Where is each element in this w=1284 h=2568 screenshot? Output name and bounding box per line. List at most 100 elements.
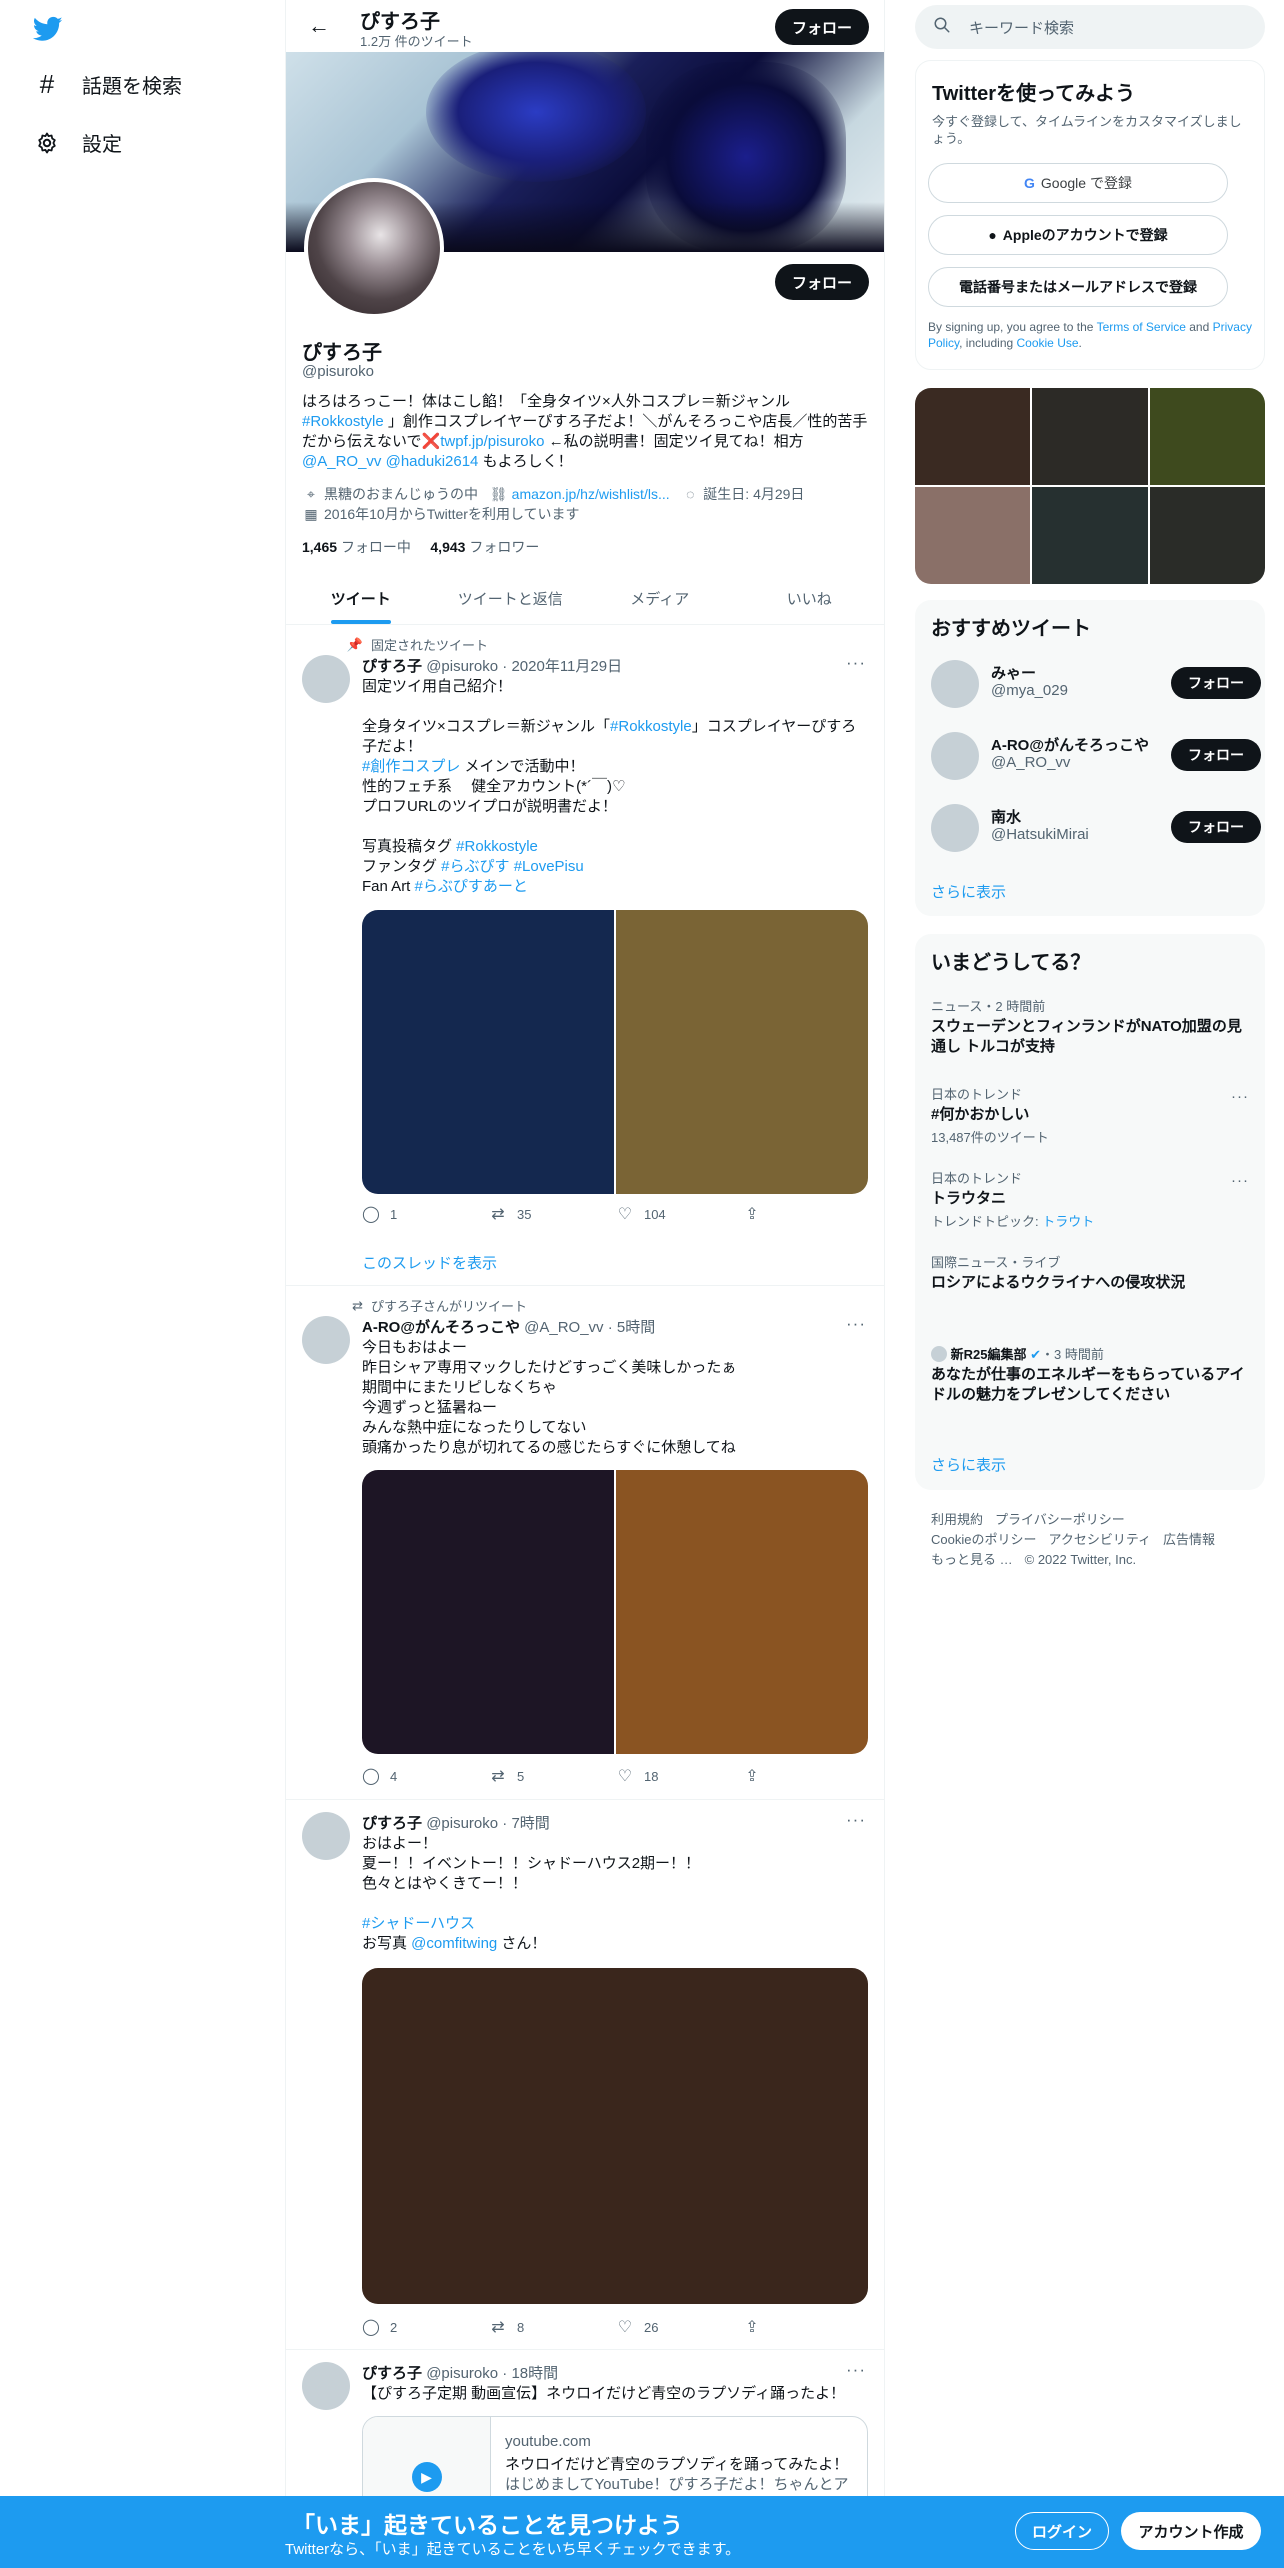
reply-button[interactable]: ◯ 2 xyxy=(362,2317,489,2337)
like-button[interactable]: ♡ 104 xyxy=(616,1204,743,1224)
more-icon[interactable]: ··· xyxy=(846,653,866,673)
tweet-media[interactable] xyxy=(362,1470,868,1754)
share-button[interactable]: ⇪ xyxy=(743,2317,782,2337)
trend-item[interactable]: 日本のトレンド トラウタニ トレンドトピック: トラウト ··· xyxy=(931,1168,1249,1230)
retweet-button[interactable]: ⇄ 8 xyxy=(489,2317,616,2337)
bio-mention[interactable]: @A_RO_vv xyxy=(302,453,381,470)
tweet-time[interactable]: · 7時間 xyxy=(502,1815,550,1832)
retweet-button[interactable]: ⇄ 35 xyxy=(489,1204,616,1224)
back-arrow-icon[interactable]: ← xyxy=(308,13,330,39)
trend-item[interactable]: 新R25編集部 ✔・3 時間前 あなたが仕事のエネルギーをもらっているアイドルの… xyxy=(931,1344,1249,1405)
author-name[interactable]: ぴすろ子 xyxy=(362,658,422,675)
tweet-time[interactable]: · 2020年11月29日 xyxy=(502,658,622,675)
media-image[interactable] xyxy=(616,910,868,1194)
footer-privacy-link[interactable]: プライバシーポリシー xyxy=(995,1512,1125,1527)
search-box[interactable]: キーワード検索 xyxy=(915,5,1265,49)
show-more-link[interactable]: さらに表示 xyxy=(931,1454,1006,1475)
terms-of-service-link[interactable]: Terms of Service xyxy=(1097,320,1186,334)
like-button[interactable]: ♡ 18 xyxy=(616,1766,743,1786)
hashtag[interactable]: #シャドーハウス xyxy=(362,1915,475,1932)
trend-item[interactable]: 国際ニュース・ライブ ロシアによるウクライナへの侵攻状況 xyxy=(931,1252,1249,1293)
share-button[interactable]: ⇪ xyxy=(743,1204,782,1224)
search-input[interactable]: キーワード検索 xyxy=(969,17,1074,38)
hashtag[interactable]: #らぶぴすあーと xyxy=(415,878,528,895)
google-signup-button[interactable]: G Google で登録 xyxy=(928,163,1228,203)
media-image[interactable] xyxy=(362,910,614,1194)
follow-suggestion[interactable]: みゃー @mya_029 フォロー xyxy=(931,656,1261,712)
avatar[interactable] xyxy=(302,2362,350,2410)
author-name[interactable]: A-RO@がんそろっこや xyxy=(362,1319,520,1336)
gallery-image[interactable] xyxy=(915,388,1031,485)
footer-cookie-link[interactable]: Cookieのポリシー xyxy=(931,1532,1036,1547)
footer-terms-link[interactable]: 利用規約 xyxy=(931,1512,983,1527)
trend-item[interactable]: 日本のトレンド #何かおかしい 13,487件のツイート ··· xyxy=(931,1084,1249,1146)
apple-signup-button[interactable]: ● Appleのアカウントで登録 xyxy=(928,215,1228,255)
twitter-logo-icon[interactable] xyxy=(33,14,63,44)
follow-button[interactable]: フォロー xyxy=(1171,667,1261,699)
follow-suggestion[interactable]: 南水 @HatsukiMirai フォロー xyxy=(931,800,1261,856)
hashtag[interactable]: #創作コスプレ xyxy=(362,758,460,775)
footer-accessibility-link[interactable]: アクセシビリティ xyxy=(1048,1532,1151,1547)
gallery-image[interactable] xyxy=(1149,388,1265,485)
tweet[interactable]: 📌 固定されたツイート ぴすろ子 @pisuroko · 2020年11月29日… xyxy=(286,625,884,1286)
bio-link[interactable]: twpf.jp/pisuroko xyxy=(440,433,544,450)
follow-suggestion[interactable]: A-RO@がんそろっこや @A_RO_vv フォロー xyxy=(931,728,1261,784)
following-link[interactable]: 1,465 フォロー中 xyxy=(302,539,411,555)
login-button[interactable]: ログイン xyxy=(1015,2512,1109,2550)
show-more-link[interactable]: さらに表示 xyxy=(931,881,1006,902)
footer-more-link[interactable]: もっと見る … xyxy=(931,1552,1013,1567)
hashtag[interactable]: #Rokkostyle xyxy=(610,718,692,735)
tweet-time[interactable]: · 18時間 xyxy=(502,2365,558,2382)
author-name[interactable]: ぴすろ子 xyxy=(362,1815,422,1832)
tab-tweets[interactable]: ツイート xyxy=(286,572,436,624)
avatar[interactable] xyxy=(931,732,979,780)
hashtag[interactable]: #らぶぴす xyxy=(441,858,509,875)
profile-website[interactable]: amazon.jp/hz/wishlist/ls... xyxy=(512,486,670,502)
show-thread-link[interactable]: このスレッドを表示 xyxy=(362,1252,497,1273)
gallery-image[interactable] xyxy=(1032,487,1148,584)
follow-button[interactable]: フォロー xyxy=(1171,739,1261,771)
retweet-button[interactable]: ⇄ 5 xyxy=(489,1766,616,1786)
create-account-button[interactable]: アカウント作成 xyxy=(1121,2512,1261,2550)
media-image[interactable] xyxy=(616,1470,868,1754)
gallery-image[interactable] xyxy=(1032,388,1148,485)
avatar[interactable] xyxy=(302,1812,350,1860)
profile-avatar[interactable] xyxy=(304,178,444,318)
header-follow-button[interactable]: フォロー xyxy=(775,9,869,45)
reply-button[interactable]: ◯ 4 xyxy=(362,1766,489,1786)
more-icon[interactable]: ··· xyxy=(846,2360,866,2380)
phone-email-signup-button[interactable]: 電話番号またはメールアドレスで登録 xyxy=(928,267,1228,307)
trend-topic-link[interactable]: トラウト xyxy=(1042,1214,1094,1229)
gallery-image[interactable] xyxy=(1149,487,1265,584)
avatar[interactable] xyxy=(931,804,979,852)
reply-button[interactable]: ◯ 1 xyxy=(362,1204,489,1224)
media-image[interactable] xyxy=(362,1968,868,2304)
context-label[interactable]: ぴすろ子さんがリツイート xyxy=(371,1296,527,1315)
trend-item[interactable]: ニュース・2 時間前 スウェーデンとフィンランドがNATO加盟の見通し トルコが… xyxy=(931,996,1249,1057)
hashtag[interactable]: #LovePisu xyxy=(514,858,584,875)
follow-button[interactable]: フォロー xyxy=(1171,811,1261,843)
media-image[interactable] xyxy=(362,1470,614,1754)
share-button[interactable]: ⇪ xyxy=(743,1766,782,1786)
tab-likes[interactable]: いいね xyxy=(735,572,885,624)
more-icon[interactable]: ··· xyxy=(846,1314,866,1334)
hashtag[interactable]: #Rokkostyle xyxy=(456,838,538,855)
tweet-media[interactable] xyxy=(362,1968,868,2304)
like-button[interactable]: ♡ 26 xyxy=(616,2317,743,2337)
tweet-media[interactable] xyxy=(362,910,868,1194)
author-name[interactable]: ぴすろ子 xyxy=(362,2365,422,2382)
tweet-time[interactable]: · 5時間 xyxy=(608,1319,656,1336)
more-icon[interactable]: ··· xyxy=(846,1810,866,1830)
more-icon[interactable]: ··· xyxy=(1231,1088,1249,1105)
tweet[interactable]: ぴすろ子 @pisuroko · 7時間 ··· おはよー！ 夏ー！！イベントー… xyxy=(286,1800,884,2350)
avatar[interactable] xyxy=(302,655,350,703)
tab-tweets-replies[interactable]: ツイートと返信 xyxy=(436,572,586,624)
followers-link[interactable]: 4,943 フォロワー xyxy=(430,539,539,555)
gallery-image[interactable] xyxy=(915,487,1031,584)
bio-hashtag[interactable]: #Rokkostyle xyxy=(302,413,384,430)
avatar[interactable] xyxy=(931,660,979,708)
more-icon[interactable]: ··· xyxy=(1231,1172,1249,1189)
tab-media[interactable]: メディア xyxy=(585,572,735,624)
cookie-use-link[interactable]: Cookie Use xyxy=(1017,336,1079,350)
nav-settings[interactable]: 設定 xyxy=(34,128,122,157)
